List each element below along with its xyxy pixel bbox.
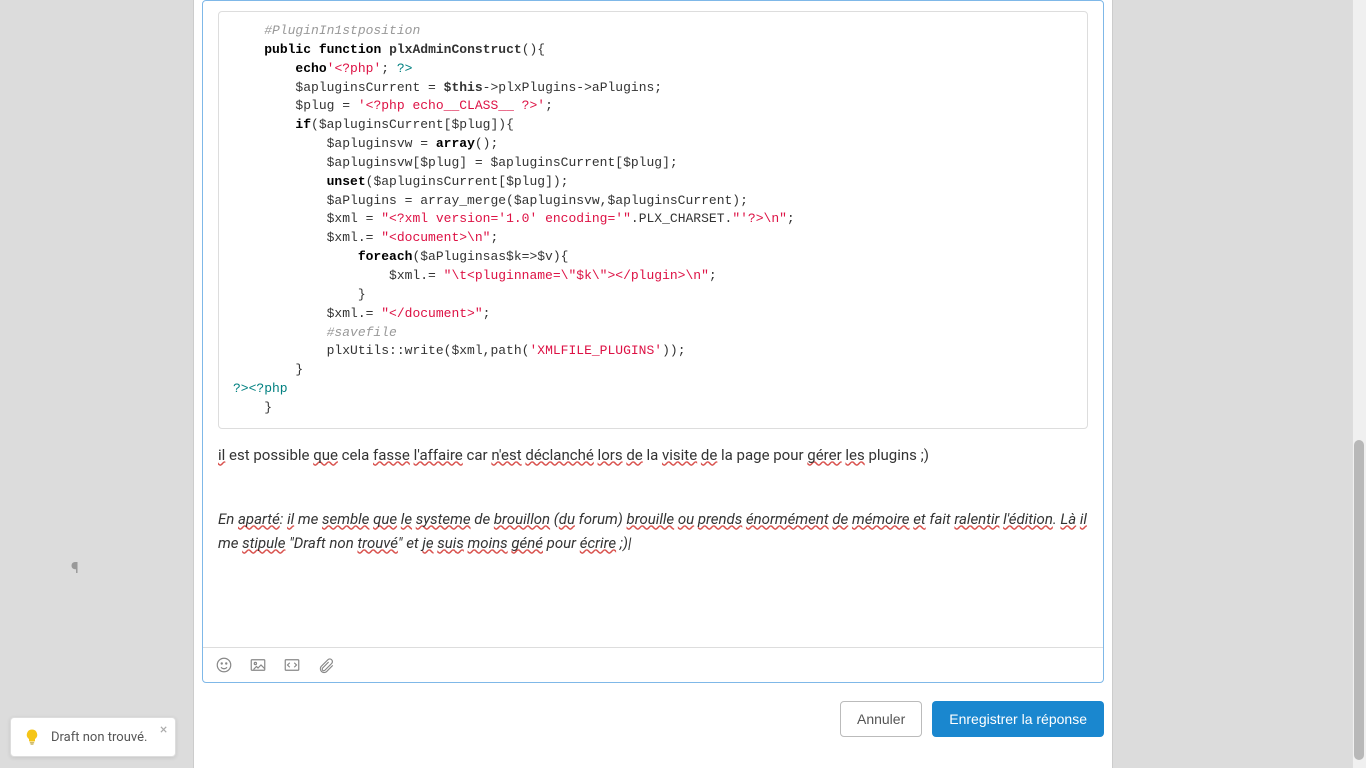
attachment-icon[interactable]	[317, 656, 335, 674]
lightbulb-icon	[23, 728, 41, 746]
scrollbar-track[interactable]	[1352, 0, 1366, 768]
draft-toast: Draft non trouvé. ×	[10, 717, 176, 757]
cancel-button[interactable]: Annuler	[840, 701, 922, 737]
editor-container: #PluginIn1stposition public function plx…	[202, 0, 1104, 683]
toast-text: Draft non trouvé.	[51, 730, 147, 745]
scrollbar-thumb[interactable]	[1354, 440, 1364, 760]
body-paragraph-2: En aparté: il me semble que le systeme d…	[218, 507, 1088, 555]
image-icon[interactable]	[249, 656, 267, 674]
body-paragraph-1: il est possible que cela fasse l'affaire…	[218, 443, 1088, 467]
editor-toolbar	[203, 647, 1103, 682]
emoji-icon[interactable]	[215, 656, 233, 674]
close-icon[interactable]: ×	[160, 722, 167, 738]
submit-button[interactable]: Enregistrer la réponse	[932, 701, 1104, 737]
editor-content[interactable]: #PluginIn1stposition public function plx…	[203, 1, 1103, 647]
action-buttons: Annuler Enregistrer la réponse	[194, 691, 1112, 751]
code-block: #PluginIn1stposition public function plx…	[218, 11, 1088, 429]
code-icon[interactable]	[283, 656, 301, 674]
pilcrow-icon[interactable]: ¶	[71, 558, 79, 577]
reply-panel: #PluginIn1stposition public function plx…	[193, 0, 1113, 768]
truncated-prev-line	[218, 1, 1088, 11]
